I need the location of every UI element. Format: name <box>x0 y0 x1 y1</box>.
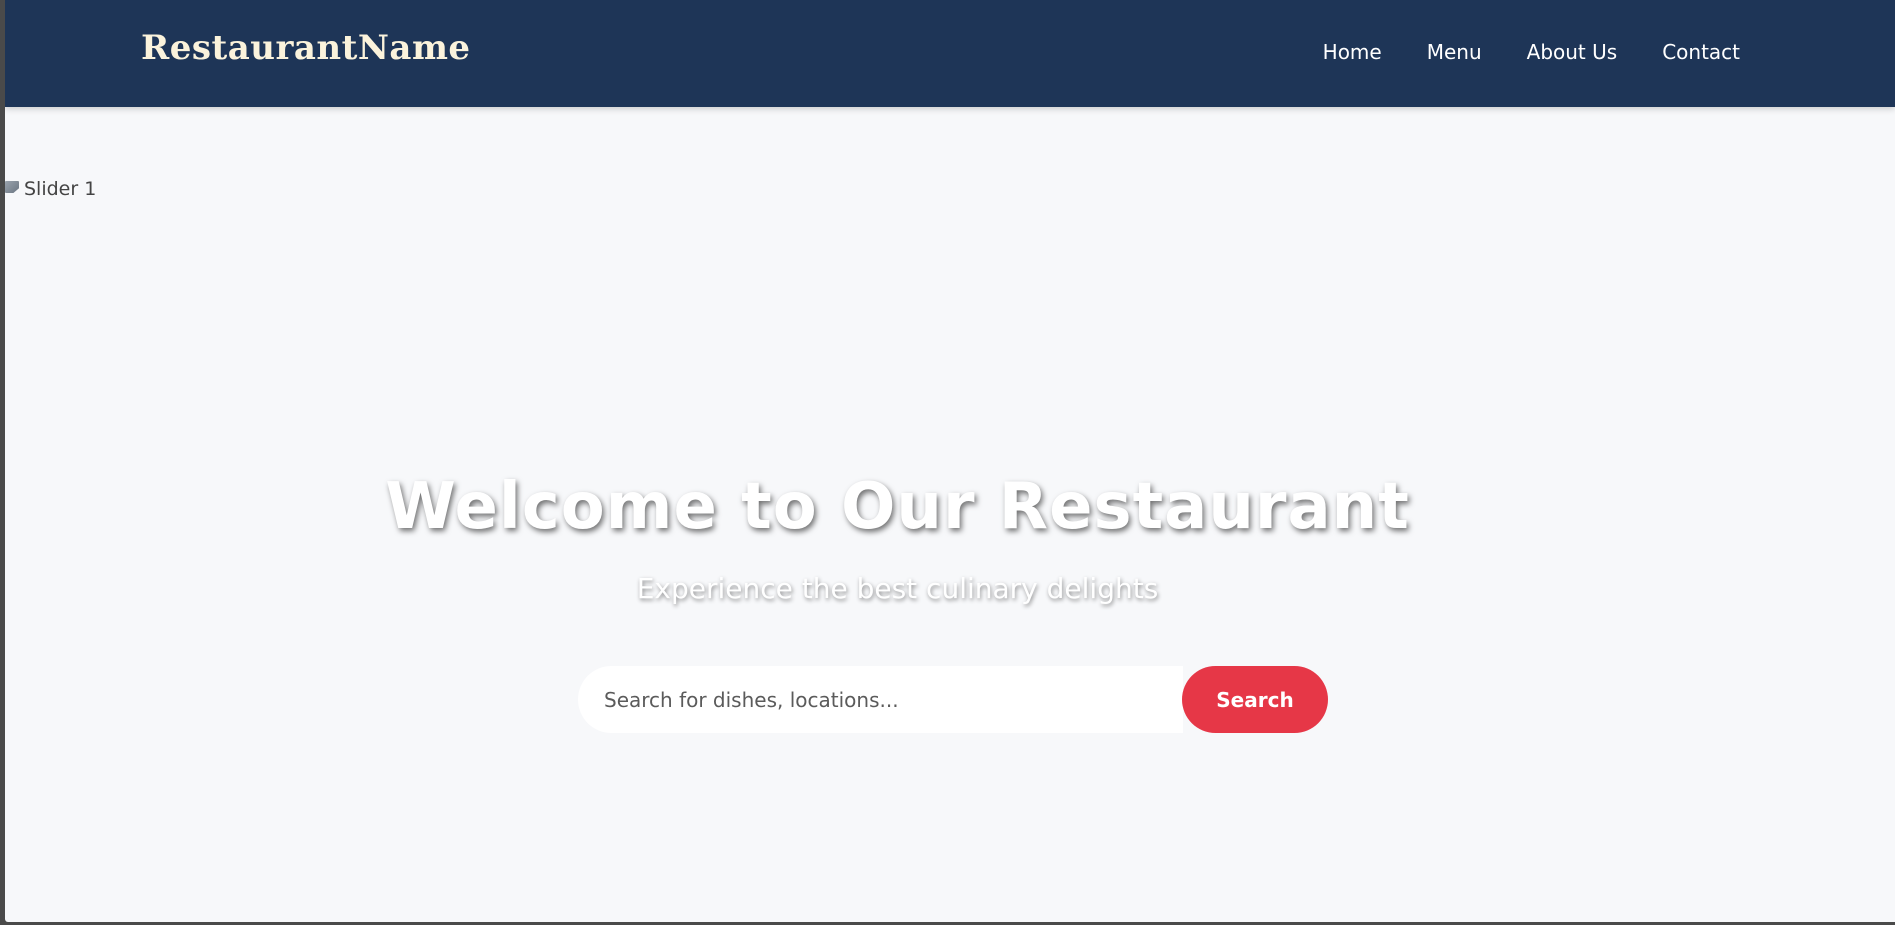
nav-item-menu: Menu <box>1427 40 1482 64</box>
nav-link-about[interactable]: About Us <box>1527 40 1618 64</box>
search-input[interactable] <box>578 666 1183 733</box>
hero-subtitle: Experience the best culinary delights <box>636 572 1159 605</box>
nav-item-home: Home <box>1323 40 1382 64</box>
slider-image-alt-text: Slider 1 <box>24 178 97 200</box>
broken-image-icon <box>5 181 21 197</box>
brand-logo[interactable]: RestaurantName <box>141 28 471 68</box>
nav-item-contact: Contact <box>1662 40 1740 64</box>
nav-links: Home Menu About Us Contact <box>1323 40 1740 64</box>
search-button[interactable]: Search <box>1182 666 1328 733</box>
hero-section: Welcome to Our Restaurant Experience the… <box>5 470 1895 605</box>
search-form: Search <box>578 666 1328 733</box>
nav-item-about: About Us <box>1527 40 1618 64</box>
navbar: RestaurantName Home Menu About Us Contac… <box>5 0 1895 107</box>
nav-link-contact[interactable]: Contact <box>1662 40 1740 64</box>
page-viewport: RestaurantName Home Menu About Us Contac… <box>5 0 1895 922</box>
nav-link-home[interactable]: Home <box>1323 40 1382 64</box>
nav-link-menu[interactable]: Menu <box>1427 40 1482 64</box>
slider-image: Slider 1 <box>5 178 96 200</box>
hero-title: Welcome to Our Restaurant <box>385 470 1410 544</box>
